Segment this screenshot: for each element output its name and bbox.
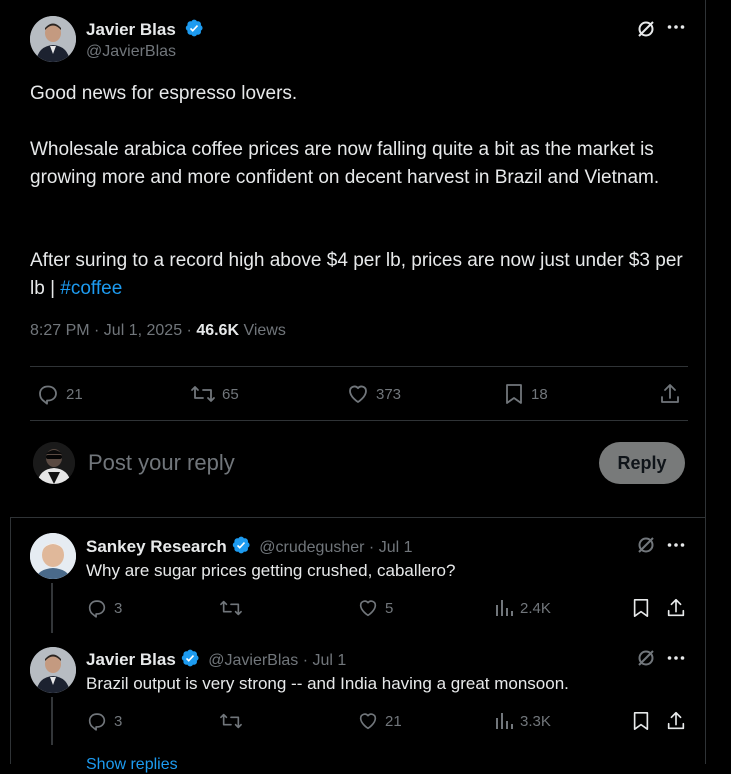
reply1-name[interactable]: Sankey Research: [86, 537, 227, 556]
verified-badge-icon: [231, 535, 251, 555]
reply1-handle[interactable]: @crudegusher: [259, 539, 364, 556]
reply2-header: Javier Blas @JavierBlas · Jul 1: [86, 648, 346, 670]
reply-action[interactable]: 21: [36, 382, 83, 406]
bookmark-count: 18: [531, 385, 548, 403]
grok-icon[interactable]: [636, 535, 656, 555]
tweet-text-para2: Wholesale arabica coffee prices are now …: [30, 139, 660, 188]
reply-count: 21: [66, 385, 83, 403]
reply1-header: Sankey Research @crudegusher · Jul 1: [86, 535, 413, 557]
reply1-date[interactable]: · Jul 1: [369, 539, 413, 556]
tweet-text-para1: Good news for espresso lovers.: [30, 83, 298, 104]
reply1-reply-count: 3: [114, 599, 123, 617]
grok-icon[interactable]: [636, 648, 656, 668]
more-options-icon[interactable]: [667, 24, 685, 30]
divider-replies: [10, 517, 706, 518]
author-avatar[interactable]: [30, 16, 76, 62]
reply2-views-count: 3.3K: [520, 712, 551, 730]
reply1-share-action[interactable]: [665, 597, 687, 619]
reply1-repost-action[interactable]: [219, 597, 243, 619]
user-avatar[interactable]: [33, 442, 75, 484]
reply1-reply-action[interactable]: 3: [86, 597, 122, 619]
reply1-text: Why are sugar prices getting crushed, ca…: [86, 561, 456, 580]
show-replies-link[interactable]: Show replies: [86, 756, 178, 774]
reply2-like-action[interactable]: 21: [357, 710, 402, 732]
share-action[interactable]: [658, 382, 682, 406]
heart-icon: [357, 597, 379, 619]
share-icon: [658, 382, 682, 406]
repost-action[interactable]: 65: [190, 382, 239, 406]
repost-icon: [219, 710, 243, 732]
repost-icon: [219, 597, 243, 619]
like-count: 373: [376, 385, 402, 403]
analytics-icon: [494, 710, 514, 732]
reply-button[interactable]: Reply: [599, 442, 685, 484]
divider-top: [30, 366, 688, 367]
reply1-views-count: 2.4K: [520, 599, 551, 617]
heart-icon: [346, 382, 370, 406]
heart-icon: [357, 710, 379, 732]
verified-badge-icon: [184, 18, 204, 38]
reply-icon: [86, 597, 108, 619]
views-count: 46.6K: [196, 322, 240, 339]
more-options-icon[interactable]: [667, 655, 685, 661]
reply1-bookmark-action[interactable]: [631, 597, 651, 619]
reply1-views-action[interactable]: 2.4K: [494, 597, 551, 619]
reply2-share-action[interactable]: [665, 710, 687, 732]
hashtag-link[interactable]: #coffee: [60, 278, 122, 299]
divider-bottom: [30, 420, 688, 421]
tweet-text-para3-body: After suring to a record high above $4 p…: [30, 250, 688, 299]
bookmark-action[interactable]: 18: [503, 382, 548, 406]
grok-icon[interactable]: [636, 19, 656, 39]
reply2-avatar[interactable]: [30, 647, 76, 693]
reply2-handle[interactable]: @JavierBlas: [208, 652, 298, 669]
author-handle[interactable]: @JavierBlas: [86, 43, 176, 61]
views-label: Views: [239, 322, 286, 339]
column-border-left: [10, 517, 11, 764]
repost-count: 65: [222, 385, 239, 403]
reply2-repost-action[interactable]: [219, 710, 243, 732]
bookmark-icon: [631, 710, 651, 732]
author-name-row[interactable]: Javier Blas: [86, 18, 204, 40]
tweet-timestamp[interactable]: 8:27 PM · Jul 1, 2025 ·: [30, 322, 196, 339]
reply-input[interactable]: Post your reply: [88, 450, 235, 476]
thread-line: [51, 697, 53, 745]
reply-icon: [36, 382, 60, 406]
column-border-right: [705, 0, 706, 764]
reply2-reply-action[interactable]: 3: [86, 710, 122, 732]
author-name[interactable]: Javier Blas: [86, 20, 176, 39]
reply1-like-action[interactable]: 5: [357, 597, 393, 619]
reply2-name[interactable]: Javier Blas: [86, 650, 176, 669]
share-icon: [665, 710, 687, 732]
thread-line: [51, 583, 53, 633]
verified-badge-icon: [180, 648, 200, 668]
share-icon: [665, 597, 687, 619]
bookmark-icon: [631, 597, 651, 619]
reply2-reply-count: 3: [114, 712, 123, 730]
like-action[interactable]: 373: [346, 382, 401, 406]
reply1-like-count: 5: [385, 599, 394, 617]
analytics-icon: [494, 597, 514, 619]
repost-icon: [190, 382, 216, 406]
reply2-views-action[interactable]: 3.3K: [494, 710, 551, 732]
reply2-date[interactable]: · Jul 1: [303, 652, 347, 669]
reply2-like-count: 21: [385, 712, 402, 730]
bookmark-icon: [503, 382, 525, 406]
tweet-text-para3: After suring to a record high above $4 p…: [30, 247, 690, 303]
reply2-bookmark-action[interactable]: [631, 710, 651, 732]
tweet-meta: 8:27 PM · Jul 1, 2025 · 46.6K Views: [30, 322, 286, 340]
reply2-text: Brazil output is very strong -- and Indi…: [86, 674, 569, 693]
reply-icon: [86, 710, 108, 732]
reply1-avatar[interactable]: [30, 533, 76, 579]
more-options-icon[interactable]: [667, 542, 685, 548]
